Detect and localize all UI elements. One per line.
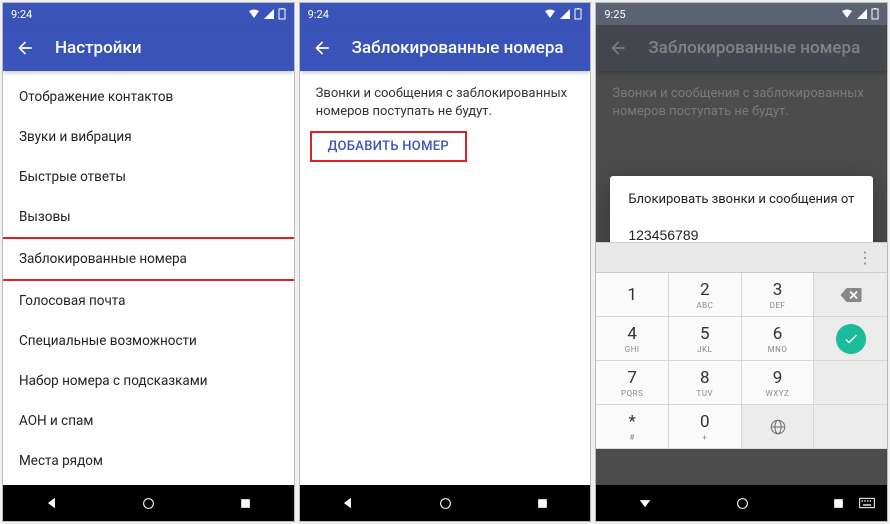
settings-item[interactable]: Места рядом: [3, 441, 294, 481]
nav-recent-icon[interactable]: [536, 497, 549, 510]
keyboard-icon[interactable]: [859, 497, 875, 509]
app-bar: Настройки: [3, 25, 294, 71]
back-icon[interactable]: [608, 38, 628, 58]
battery-icon: [574, 8, 582, 20]
key-0[interactable]: 0+: [669, 405, 742, 449]
settings-item[interactable]: Голосовая почта: [3, 281, 294, 321]
key-3[interactable]: 3DEF: [742, 273, 815, 317]
keypad-preview: ⋮: [596, 243, 887, 273]
app-bar-title: Заблокированные номера: [648, 38, 860, 58]
system-nav: [300, 485, 591, 521]
empty-key: [814, 405, 887, 449]
status-icons: [841, 8, 879, 20]
nav-home-icon[interactable]: [736, 497, 749, 510]
numeric-keypad: ⋮ 12ABC3DEF 4GHI5JKL6MNO 7PQRS8TUV9WXYZ *#0…: [596, 242, 887, 449]
screen-block-dialog: 9:25 Заблокированные номера Звонки и соо…: [595, 2, 888, 522]
back-icon[interactable]: [15, 38, 35, 58]
backspace-key[interactable]: [814, 273, 887, 317]
nav-recent-icon[interactable]: [239, 497, 252, 510]
status-bar: 9:25: [596, 3, 887, 25]
settings-item[interactable]: АОН и спам: [3, 401, 294, 441]
clock: 9:25: [604, 8, 625, 21]
battery-icon: [871, 8, 879, 20]
nav-home-icon[interactable]: [439, 497, 452, 510]
empty-key: [814, 361, 887, 405]
app-bar-title: Настройки: [55, 38, 142, 58]
key-9[interactable]: 9WXYZ: [742, 361, 815, 405]
key-8[interactable]: 8TUV: [669, 361, 742, 405]
settings-item[interactable]: Вызовы: [3, 197, 294, 237]
language-key[interactable]: [742, 405, 815, 449]
nav-back-icon[interactable]: [45, 496, 59, 510]
key-1[interactable]: 1: [596, 273, 669, 317]
key-4[interactable]: 4GHI: [596, 317, 669, 361]
app-bar-title: Заблокированные номера: [352, 38, 564, 58]
wifi-icon: [544, 9, 556, 19]
battery-icon: [278, 8, 286, 20]
nav-recent-icon[interactable]: [832, 497, 845, 510]
confirm-key[interactable]: [814, 317, 887, 361]
system-nav: [3, 485, 294, 521]
settings-item[interactable]: Заблокированные номера: [3, 237, 294, 281]
status-bar: 9:24: [3, 3, 294, 25]
screen-blocked-list: 9:24 Заблокированные номера Звонки и соо…: [299, 2, 592, 522]
status-icons: [248, 8, 286, 20]
nav-back-icon[interactable]: [341, 496, 355, 510]
key-5[interactable]: 5JKL: [669, 317, 742, 361]
system-nav: [596, 485, 887, 521]
wifi-icon: [841, 9, 853, 19]
status-icons: [544, 8, 582, 20]
settings-item[interactable]: Специальные возможности: [3, 321, 294, 361]
clock: 9:24: [308, 8, 329, 21]
nav-back-down-icon[interactable]: [638, 496, 652, 510]
settings-item[interactable]: Звуки и вибрация: [3, 117, 294, 157]
signal-icon: [857, 9, 867, 19]
add-number-button[interactable]: ДОБАВИТЬ НОМЕР: [310, 131, 467, 162]
screen-settings: 9:24 Настройки Отображение контактовЗвук…: [2, 2, 295, 522]
dialog-content: Звонки и сообщения с заблокированных ном…: [596, 71, 887, 485]
settings-item[interactable]: Быстрые ответы: [3, 157, 294, 197]
settings-list: Отображение контактовЗвуки и вибрацияБыс…: [3, 71, 294, 485]
app-bar: Заблокированные номера: [300, 25, 591, 71]
back-icon[interactable]: [312, 38, 332, 58]
settings-item[interactable]: Набор номера с подсказками: [3, 361, 294, 401]
wifi-icon: [248, 9, 260, 19]
info-text: Звонки и сообщения с заблокированных ном…: [300, 71, 591, 131]
blocked-content: Звонки и сообщения с заблокированных ном…: [300, 71, 591, 485]
clock: 9:24: [11, 8, 32, 21]
key-2[interactable]: 2ABC: [669, 273, 742, 317]
app-bar: Заблокированные номера: [596, 25, 887, 71]
settings-item[interactable]: Отображение контактов: [3, 77, 294, 117]
key-6[interactable]: 6MNO: [742, 317, 815, 361]
signal-icon: [264, 9, 274, 19]
status-bar: 9:24: [300, 3, 591, 25]
signal-icon: [560, 9, 570, 19]
dialog-title: Блокировать звонки и сообщения от: [628, 192, 855, 207]
settings-content: Отображение контактовЗвуки и вибрацияБыс…: [3, 71, 294, 485]
key-*[interactable]: *#: [596, 405, 669, 449]
key-7[interactable]: 7PQRS: [596, 361, 669, 405]
nav-home-icon[interactable]: [142, 497, 155, 510]
